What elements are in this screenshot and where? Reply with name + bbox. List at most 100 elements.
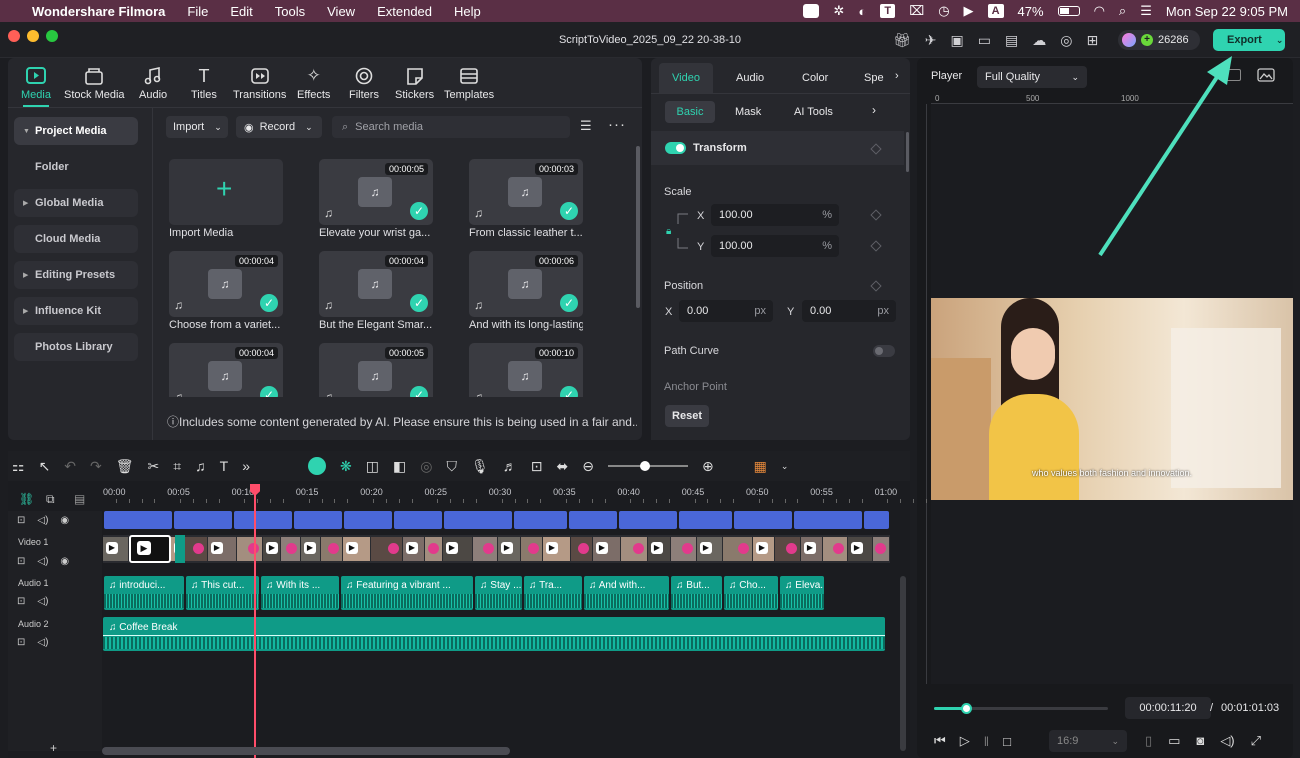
video-clip[interactable]: ▶ (498, 537, 520, 561)
status-icon-c[interactable]: ◐ (858, 4, 866, 19)
save-icon[interactable]: ▤ (1005, 32, 1018, 49)
sidebar-item-photos-library[interactable]: Photos Library (14, 333, 138, 361)
chevron-right-icon[interactable]: › (872, 103, 876, 117)
video-clip[interactable] (321, 537, 342, 561)
sidebar-item-editing-presets[interactable]: ▶ Editing Presets (14, 261, 138, 289)
timeline-horizontal-scrollbar[interactable] (102, 747, 510, 755)
zoom-slider[interactable] (607, 461, 688, 471)
menu-extended[interactable]: Extended (377, 4, 432, 19)
gift-icon[interactable]: 🎁︎ (893, 32, 911, 49)
video-clip[interactable]: ▶ (697, 537, 722, 561)
keyframe-diamond-icon[interactable] (870, 280, 882, 292)
video-clip[interactable]: ▶ (301, 537, 320, 561)
status-icon-b[interactable]: ✲ (833, 3, 844, 19)
audio-clip[interactable]: ♫ And with... (584, 576, 669, 610)
audio-clip[interactable]: ♫ With its ... (261, 576, 339, 610)
subtab-basic[interactable]: Basic (665, 101, 715, 123)
subtab-ai-tools[interactable]: AI Tools (794, 106, 833, 118)
play-circle-icon[interactable]: ▶ (964, 3, 974, 19)
video-clip[interactable]: ▶ (648, 537, 670, 561)
tab-transitions[interactable]: Transitions (233, 66, 286, 101)
media-item[interactable]: ♫ 00:00:06 ♫ ✓ (469, 251, 583, 317)
subscription-icon[interactable]: ▣ (951, 32, 964, 49)
tab-media[interactable]: Media (21, 66, 51, 107)
chevron-right-icon[interactable]: › (895, 70, 899, 82)
sidebar-item-cloud-media[interactable]: Cloud Media (14, 225, 138, 253)
title-clip[interactable] (174, 511, 232, 529)
status-icon-d[interactable]: ⌧ (909, 3, 924, 19)
send-icon[interactable]: ✈︎ (925, 32, 937, 49)
video-clip[interactable]: ▶ (263, 537, 280, 561)
redo-icon[interactable]: ↷ (90, 458, 102, 475)
tab-speed[interactable]: Spe (864, 72, 886, 84)
audio-clip[interactable]: ♫ introduci... (104, 576, 184, 610)
select-arrow-icon[interactable]: ↖ (39, 458, 51, 475)
filter-sort-icon[interactable]: ☰ (580, 118, 592, 134)
video-clip[interactable] (621, 537, 647, 561)
record-dropdown[interactable]: ◉ Record ⌄ (236, 116, 322, 138)
link-icon[interactable]: ⛓ (19, 492, 34, 506)
title-clip[interactable] (444, 511, 512, 529)
lock-icon[interactable]: ⊡ (17, 637, 25, 648)
monitor-icon[interactable]: ▭ (978, 32, 991, 49)
more-options-icon[interactable]: ··· (608, 116, 626, 133)
reset-button[interactable]: Reset (665, 405, 709, 427)
mute-icon[interactable]: ◁) (37, 556, 48, 567)
zoom-out-icon[interactable]: ⊖ (582, 458, 594, 475)
mute-icon[interactable]: ◁) (37, 637, 48, 648)
props-scrollbar[interactable] (906, 132, 909, 172)
title-clip[interactable] (344, 511, 392, 529)
video-clip[interactable]: ▶ (543, 537, 570, 561)
progress-handle[interactable] (961, 703, 973, 714)
tab-titles[interactable]: T Titles (191, 66, 217, 102)
fullscreen-icon[interactable]: ⤢ (1251, 733, 1261, 749)
previous-frame-icon[interactable]: ⏮︎ (934, 733, 946, 749)
stop-icon[interactable]: □ (1003, 734, 1011, 749)
control-center-icon[interactable]: ☰ (1140, 3, 1152, 19)
snap-icon[interactable]: ❋ (340, 458, 352, 475)
add-icon[interactable]: + (50, 741, 57, 755)
datetime[interactable]: Mon Sep 22 9:05 PM (1166, 4, 1288, 19)
video-clip[interactable] (371, 537, 402, 561)
title-clip[interactable] (394, 511, 442, 529)
menu-edit[interactable]: Edit (230, 4, 252, 19)
media-item[interactable]: ♫ 00:00:10 ♫ ✓ (469, 343, 583, 397)
title-clip[interactable] (234, 511, 292, 529)
media-scrollbar[interactable] (636, 146, 640, 308)
more-tools-icon[interactable]: » (242, 458, 250, 474)
battery-icon[interactable] (1057, 6, 1080, 16)
video-clip[interactable] (281, 537, 300, 561)
tab-color[interactable]: Color (802, 72, 828, 84)
lock-icon[interactable]: ⊡ (17, 556, 25, 567)
transition-marker[interactable] (175, 535, 185, 563)
position-x-field[interactable]: 0.00 px (679, 300, 773, 322)
export-dropdown-icon[interactable]: ⌄ (1276, 35, 1284, 46)
selected-clip[interactable]: ▶ (129, 535, 171, 563)
image-icon[interactable] (1257, 68, 1275, 82)
title-clip[interactable] (294, 511, 342, 529)
audio-meter-icon[interactable]: ▦ (754, 458, 767, 475)
sidebar-item-project-media[interactable]: ▼ Project Media (14, 117, 138, 145)
tab-effects[interactable]: ✧ Effects (297, 66, 330, 101)
search-input[interactable]: ⌕ Search media (332, 116, 570, 138)
zoom-slider-handle[interactable] (639, 461, 650, 471)
video-clip[interactable]: ▶ (753, 537, 774, 561)
subtab-mask[interactable]: Mask (735, 106, 761, 118)
title-clip[interactable] (514, 511, 567, 529)
audio-clip[interactable]: ♫ Stay ... (475, 576, 522, 610)
volume-icon[interactable]: ◁) (1220, 733, 1234, 749)
tab-audio[interactable]: Audio (736, 72, 764, 84)
media-item[interactable]: ♫ 00:00:04 ♫ ✓ (169, 343, 283, 397)
video-clip[interactable] (723, 537, 752, 561)
delete-icon[interactable]: 🗑︎ (116, 458, 134, 475)
microphone-icon[interactable]: 🎙︎ (471, 458, 489, 475)
import-dropdown[interactable]: Import ⌄ (166, 116, 228, 138)
tab-filters[interactable]: Filters (349, 66, 379, 101)
lock-icon[interactable]: 🔒︎ (666, 226, 671, 237)
position-y-field[interactable]: 0.00 px (802, 300, 896, 322)
scale-y-field[interactable]: 100.00% (711, 235, 839, 257)
apps-grid-icon[interactable]: ⊞ (1086, 32, 1098, 49)
zoom-in-icon[interactable]: ⊕ (702, 458, 714, 475)
media-item[interactable]: ♫ 00:00:03 ♫ ✓ (469, 159, 583, 225)
video-clip[interactable] (185, 537, 207, 561)
